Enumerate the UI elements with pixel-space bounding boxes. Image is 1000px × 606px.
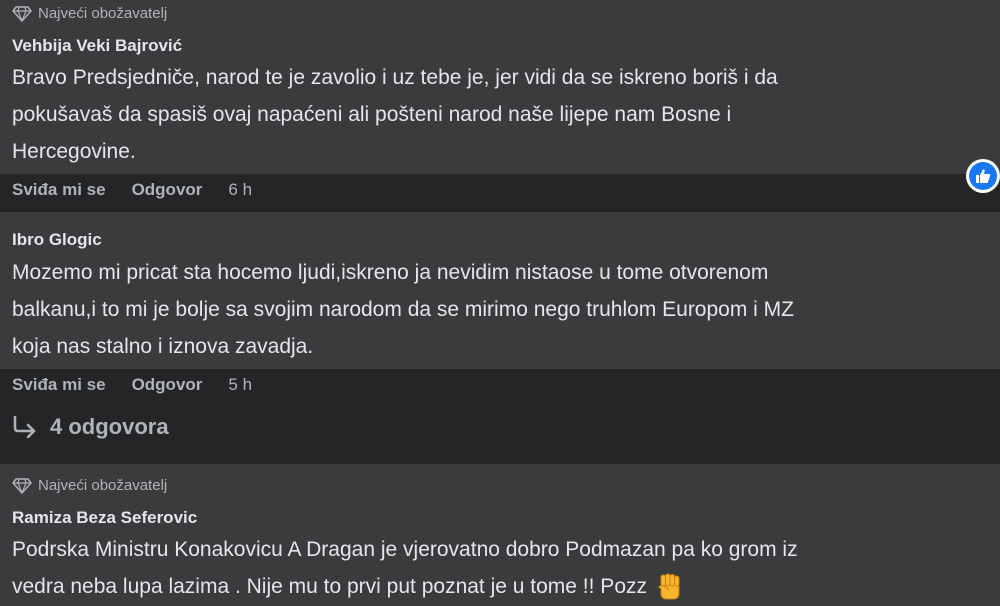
comment-line: pokušavaš da spasiš ovaj napaćeni ali po… bbox=[12, 103, 732, 126]
comment-line-with-emoji: vedra neba lupa lazima . Nije mu to prvi… bbox=[12, 568, 987, 605]
diamond-icon bbox=[12, 477, 32, 494]
comment-timestamp[interactable]: 6 h bbox=[228, 180, 252, 200]
comment-line: Bravo Predsjedniče, narod te je zavolio … bbox=[12, 66, 778, 89]
reaction-badge[interactable] bbox=[966, 159, 1000, 193]
comment-bubble: Najveći obožavatelj Vehbija Veki Bajrovi… bbox=[0, 0, 1000, 174]
comment-line: balkanu,i to mi je bolje sa svojim narod… bbox=[12, 298, 794, 321]
comment-line: Mozemo mi pricat sta hocemo ljudi,iskren… bbox=[12, 261, 769, 284]
like-button[interactable]: Sviđa mi se bbox=[12, 180, 106, 200]
comment-bubble: Ibro Glogic Mozemo mi pricat sta hocemo … bbox=[0, 212, 1000, 369]
comment-line: Hercegovine. bbox=[12, 140, 136, 163]
comment-author[interactable]: Ramiza Beza Seferovic bbox=[12, 508, 197, 528]
diamond-icon bbox=[12, 5, 32, 22]
comment-actions: Sviđa mi se Odgovor 5 h bbox=[12, 375, 252, 395]
reply-button[interactable]: Odgovor bbox=[132, 375, 203, 395]
comment-author[interactable]: Vehbija Veki Bajrović bbox=[12, 36, 182, 56]
comment-bubble: Najveći obožavatelj Ramiza Beza Seferovi… bbox=[0, 464, 1000, 606]
top-fan-badge: Najveći obožavatelj bbox=[12, 477, 167, 494]
comment-line: Podrska Ministru Konakovicu A Dragan je … bbox=[12, 538, 798, 561]
top-fan-badge: Najveći obožavatelj bbox=[12, 5, 167, 22]
comment-line: vedra neba lupa lazima . Nije mu to prvi… bbox=[12, 575, 647, 598]
replies-count[interactable]: 4 odgovora bbox=[50, 414, 169, 440]
reply-arrow-icon bbox=[13, 416, 36, 438]
badge-label: Najveći obožavatelj bbox=[38, 477, 168, 494]
comment-text: Podrska Ministru Konakovicu A Dragan je … bbox=[12, 531, 987, 605]
comment-line: koja nas stalno i iznova zavadja. bbox=[12, 335, 314, 358]
comment-timestamp[interactable]: 5 h bbox=[228, 375, 252, 395]
comment-actions: Sviđa mi se Odgovor 6 h bbox=[12, 180, 252, 200]
comment-text: Bravo Predsjedniče, narod te je zavolio … bbox=[12, 59, 987, 170]
raised-fist-icon bbox=[658, 573, 680, 600]
badge-label: Najveći obožavatelj bbox=[38, 5, 168, 22]
like-icon bbox=[976, 169, 991, 183]
comment-author[interactable]: Ibro Glogic bbox=[12, 230, 102, 250]
view-replies-link[interactable]: 4 odgovora bbox=[12, 414, 169, 440]
comment-text: Mozemo mi pricat sta hocemo ljudi,iskren… bbox=[12, 254, 987, 365]
like-button[interactable]: Sviđa mi se bbox=[12, 375, 106, 395]
reply-button[interactable]: Odgovor bbox=[132, 180, 203, 200]
